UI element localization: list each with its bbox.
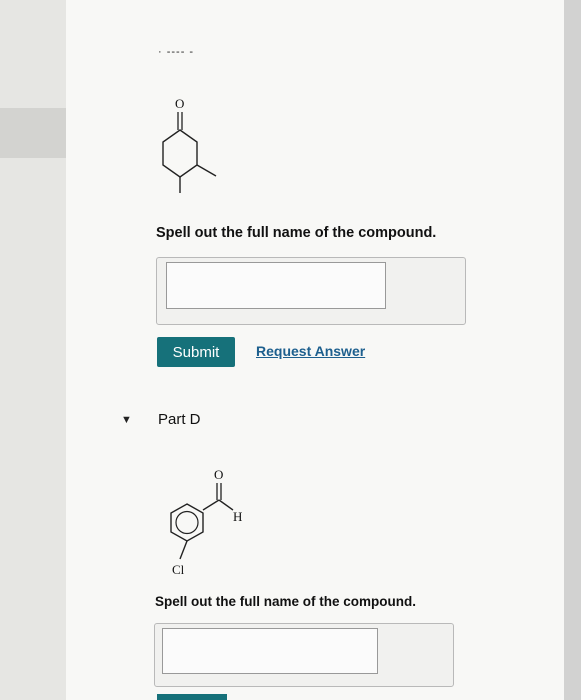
answer-input[interactable] [162, 628, 378, 674]
request-answer-link[interactable]: Request Answer [256, 343, 365, 359]
left-margin [0, 0, 66, 700]
chlorine-label: Cl [172, 562, 185, 577]
right-edge [564, 0, 581, 700]
answer-input[interactable] [166, 262, 386, 309]
part-d-title: Part D [158, 411, 201, 428]
screen: · ---- - O Spell out the full name of th… [0, 0, 581, 700]
question-prompt: Spell out the full name of the compound. [156, 225, 437, 241]
submit-button[interactable]: Submit [157, 337, 235, 367]
hydrogen-label: H [233, 509, 242, 524]
question-prompt: Spell out the full name of the compound. [155, 594, 416, 609]
structure-part-c: O [162, 96, 217, 193]
submit-button-partial[interactable] [157, 694, 227, 700]
oxygen-label: O [214, 467, 223, 482]
structure-part-d: O H Cl [170, 467, 242, 577]
oxygen-label: O [175, 96, 184, 111]
truncated-header-text: · ---- - [158, 46, 195, 58]
triangle-down-icon[interactable]: ▼ [121, 414, 132, 426]
left-side-tab [0, 108, 66, 158]
